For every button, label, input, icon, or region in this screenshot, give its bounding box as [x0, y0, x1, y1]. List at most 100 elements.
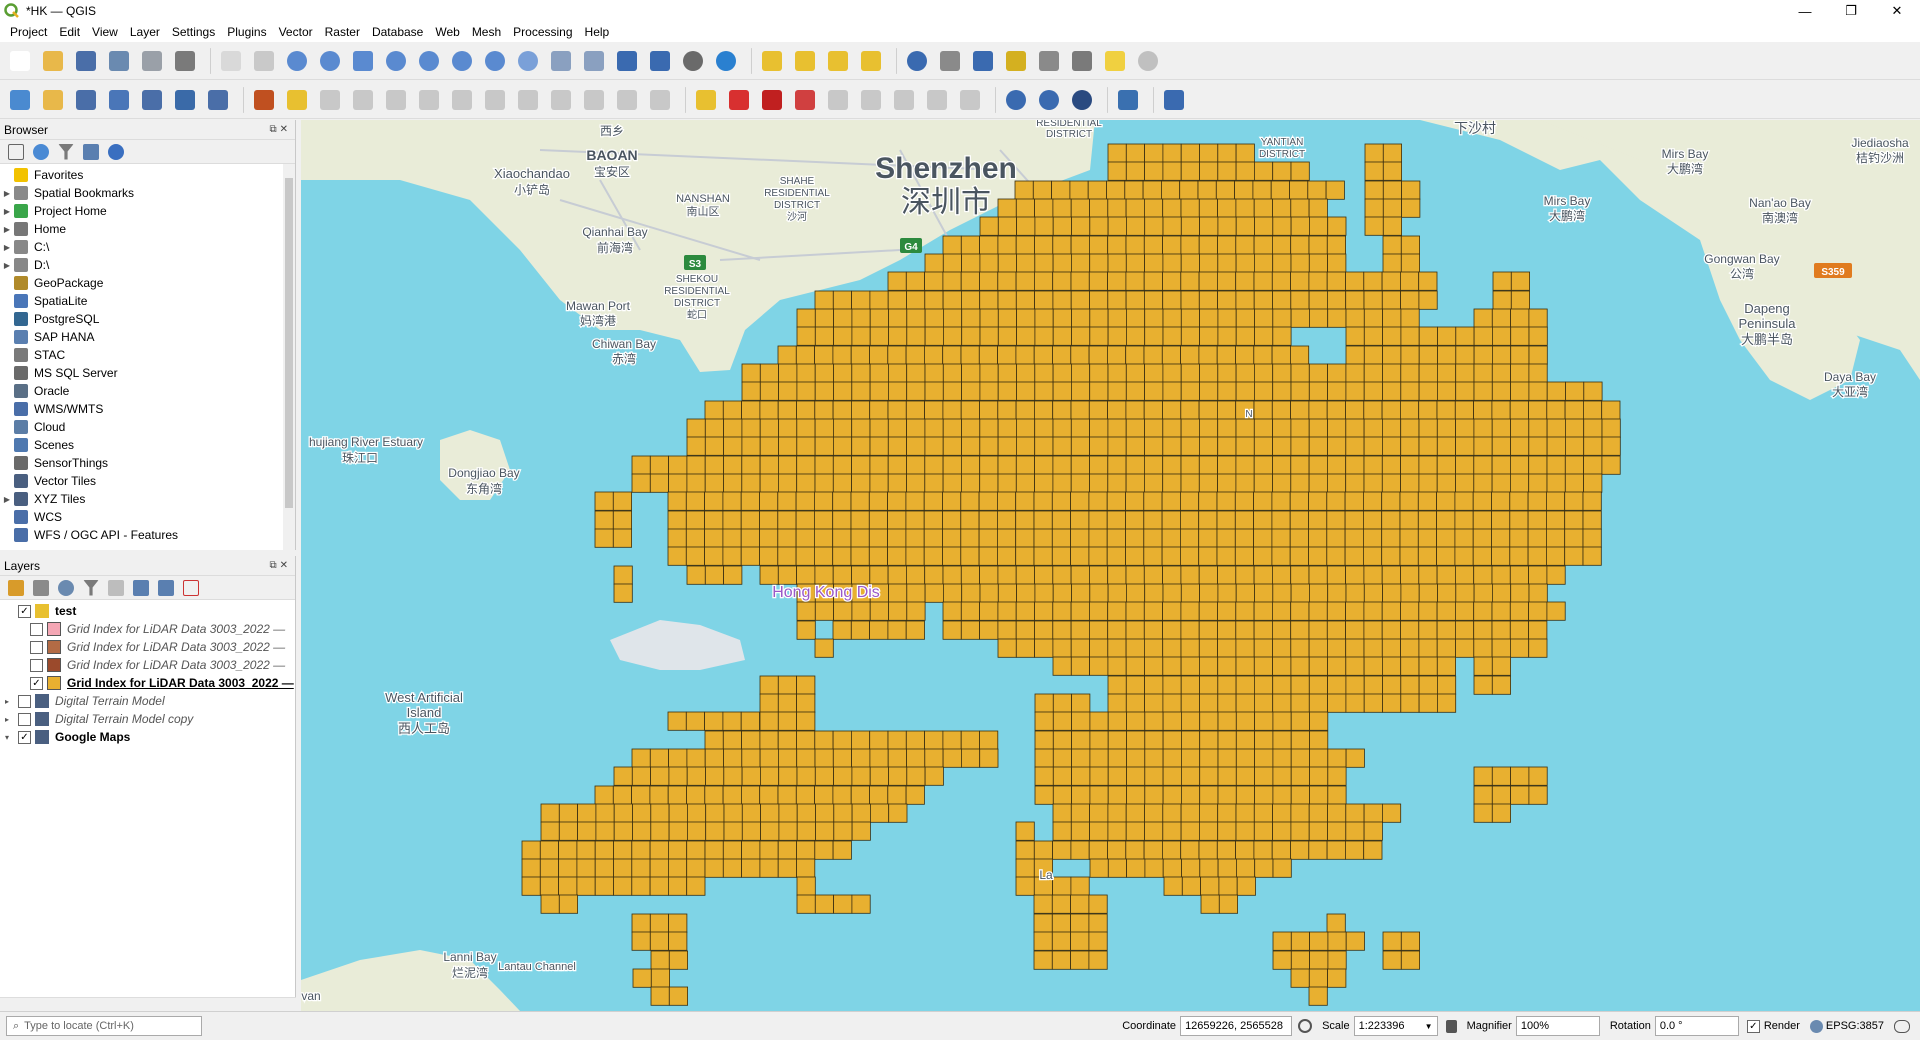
lidar-grid-cell[interactable] [1180, 326, 1201, 346]
lidar-grid-cell[interactable] [833, 766, 853, 786]
lidar-grid-cell[interactable] [1491, 473, 1511, 493]
lidar-grid-cell[interactable] [1015, 546, 1035, 566]
lidar-grid-cell[interactable] [887, 748, 907, 768]
lidar-grid-cell[interactable] [1033, 840, 1054, 860]
lidar-grid-cell[interactable] [1180, 400, 1200, 420]
lidar-grid-cell[interactable] [1564, 510, 1584, 530]
lidar-grid-cell[interactable] [1015, 271, 1035, 291]
lidar-grid-cell[interactable] [1583, 436, 1603, 456]
lidar-grid-cell[interactable] [906, 766, 926, 786]
lidar-grid-cell[interactable] [722, 730, 742, 750]
lidar-grid-cell[interactable] [851, 455, 871, 475]
lidar-grid-cell[interactable] [1492, 271, 1512, 291]
filter-legend-icon[interactable] [83, 579, 99, 596]
lidar-grid-cell[interactable] [1198, 638, 1219, 658]
lidar-grid-cell[interactable] [1327, 436, 1347, 456]
lidar-grid-cell[interactable] [1051, 950, 1072, 970]
lidar-grid-cell[interactable] [741, 381, 761, 401]
lidar-grid-cell[interactable] [1125, 436, 1145, 456]
lidar-grid-cell[interactable] [814, 381, 834, 401]
label-pin-button[interactable] [758, 86, 786, 114]
lidar-grid-cell[interactable] [814, 730, 834, 750]
layer-visibility-checkbox[interactable] [30, 622, 43, 636]
lidar-grid-cell[interactable] [722, 858, 742, 878]
lidar-grid-cell[interactable] [1089, 363, 1109, 383]
move-feature-button[interactable] [415, 86, 443, 114]
lidar-grid-cell[interactable] [997, 583, 1017, 603]
lidar-grid-cell[interactable] [1033, 510, 1053, 530]
lidar-grid-cell[interactable] [1162, 363, 1182, 383]
lidar-grid-cell[interactable] [1180, 271, 1200, 291]
lidar-grid-cell[interactable] [1455, 418, 1475, 438]
add-group-icon[interactable] [33, 579, 49, 596]
lidar-grid-cell[interactable] [1034, 785, 1054, 805]
lidar-grid-cell[interactable] [851, 473, 871, 493]
lidar-grid-cell[interactable] [1144, 253, 1164, 273]
lidar-grid-cell[interactable] [1400, 583, 1420, 603]
lidar-grid-cell[interactable] [1181, 730, 1201, 750]
lidar-grid-cell[interactable] [943, 583, 963, 603]
lidar-grid-cell[interactable] [650, 950, 670, 970]
lidar-grid-cell[interactable] [1290, 693, 1310, 713]
lidar-grid-cell[interactable] [741, 418, 761, 438]
lidar-grid-cell[interactable] [1126, 583, 1146, 603]
lidar-grid-cell[interactable] [1143, 601, 1164, 621]
lidar-grid-cell[interactable] [961, 418, 981, 438]
lidar-grid-cell[interactable] [722, 400, 742, 420]
lidar-grid-cell[interactable] [1144, 326, 1164, 346]
lidar-grid-cell[interactable] [997, 345, 1017, 365]
lidar-grid-cell[interactable] [1364, 161, 1384, 181]
lidar-grid-cell[interactable] [1309, 308, 1329, 328]
lidar-grid-cell[interactable] [1289, 491, 1309, 511]
lidar-grid-cell[interactable] [1198, 198, 1219, 218]
lidar-grid-cell[interactable] [1144, 363, 1164, 383]
lidar-grid-cell[interactable] [1418, 400, 1438, 420]
menu-view[interactable]: View [86, 25, 124, 39]
render-checkbox[interactable]: ✓ [1746, 1019, 1760, 1033]
lidar-grid-cell[interactable] [1235, 601, 1255, 621]
add-wms-button[interactable] [1002, 86, 1030, 114]
lidar-grid-cell[interactable] [997, 253, 1017, 273]
lidar-grid-cell[interactable] [1070, 198, 1090, 218]
lidar-grid-cell[interactable] [1161, 345, 1182, 365]
lidar-grid-cell[interactable] [1217, 620, 1237, 640]
lidar-grid-cell[interactable] [1180, 216, 1201, 236]
lidar-grid-cell[interactable] [1181, 858, 1201, 878]
lidar-grid-cell[interactable] [796, 675, 816, 695]
lidar-grid-cell[interactable] [1089, 656, 1109, 676]
lidar-grid-cell[interactable] [521, 858, 541, 878]
lidar-grid-cell[interactable] [594, 840, 614, 860]
lidar-grid-cell[interactable] [1217, 638, 1237, 658]
lidar-grid-cell[interactable] [577, 803, 597, 823]
lidar-grid-cell[interactable] [685, 711, 705, 731]
zoom-selection-button[interactable] [382, 47, 410, 75]
lidar-grid-cell[interactable] [1161, 528, 1181, 548]
lidar-grid-cell[interactable] [1199, 363, 1219, 383]
lidar-grid-cell[interactable] [1418, 620, 1438, 640]
zoom-native-button[interactable] [448, 47, 476, 75]
lidar-grid-cell[interactable] [1217, 803, 1237, 823]
lidar-grid-cell[interactable] [1070, 894, 1090, 914]
lidar-grid-cell[interactable] [961, 436, 981, 456]
save-project-button[interactable] [72, 47, 100, 75]
lidar-grid-cell[interactable] [540, 803, 560, 823]
lidar-grid-cell[interactable] [1345, 400, 1365, 420]
lidar-grid-cell[interactable] [1345, 381, 1365, 401]
lidar-grid-cell[interactable] [978, 528, 998, 548]
lidar-grid-cell[interactable] [759, 840, 779, 860]
lidar-grid-cell[interactable] [1528, 638, 1548, 658]
lidar-grid-cell[interactable] [1527, 546, 1547, 566]
zoom-next-button[interactable] [514, 47, 542, 75]
lidar-grid-cell[interactable] [1400, 253, 1421, 273]
lidar-grid-cell[interactable] [685, 510, 705, 530]
lidar-grid-cell[interactable] [649, 931, 669, 951]
lidar-grid-cell[interactable] [594, 510, 614, 530]
lidar-grid-cell[interactable] [667, 785, 687, 805]
lidar-grid-cell[interactable] [741, 840, 761, 860]
lidar-grid-cell[interactable] [979, 455, 999, 475]
lidar-grid-cell[interactable] [1069, 180, 1089, 200]
lidar-grid-cell[interactable] [1089, 730, 1109, 750]
lidar-grid-cell[interactable] [1089, 418, 1109, 438]
lidar-grid-cell[interactable] [942, 455, 962, 475]
lidar-grid-cell[interactable] [1217, 473, 1237, 493]
